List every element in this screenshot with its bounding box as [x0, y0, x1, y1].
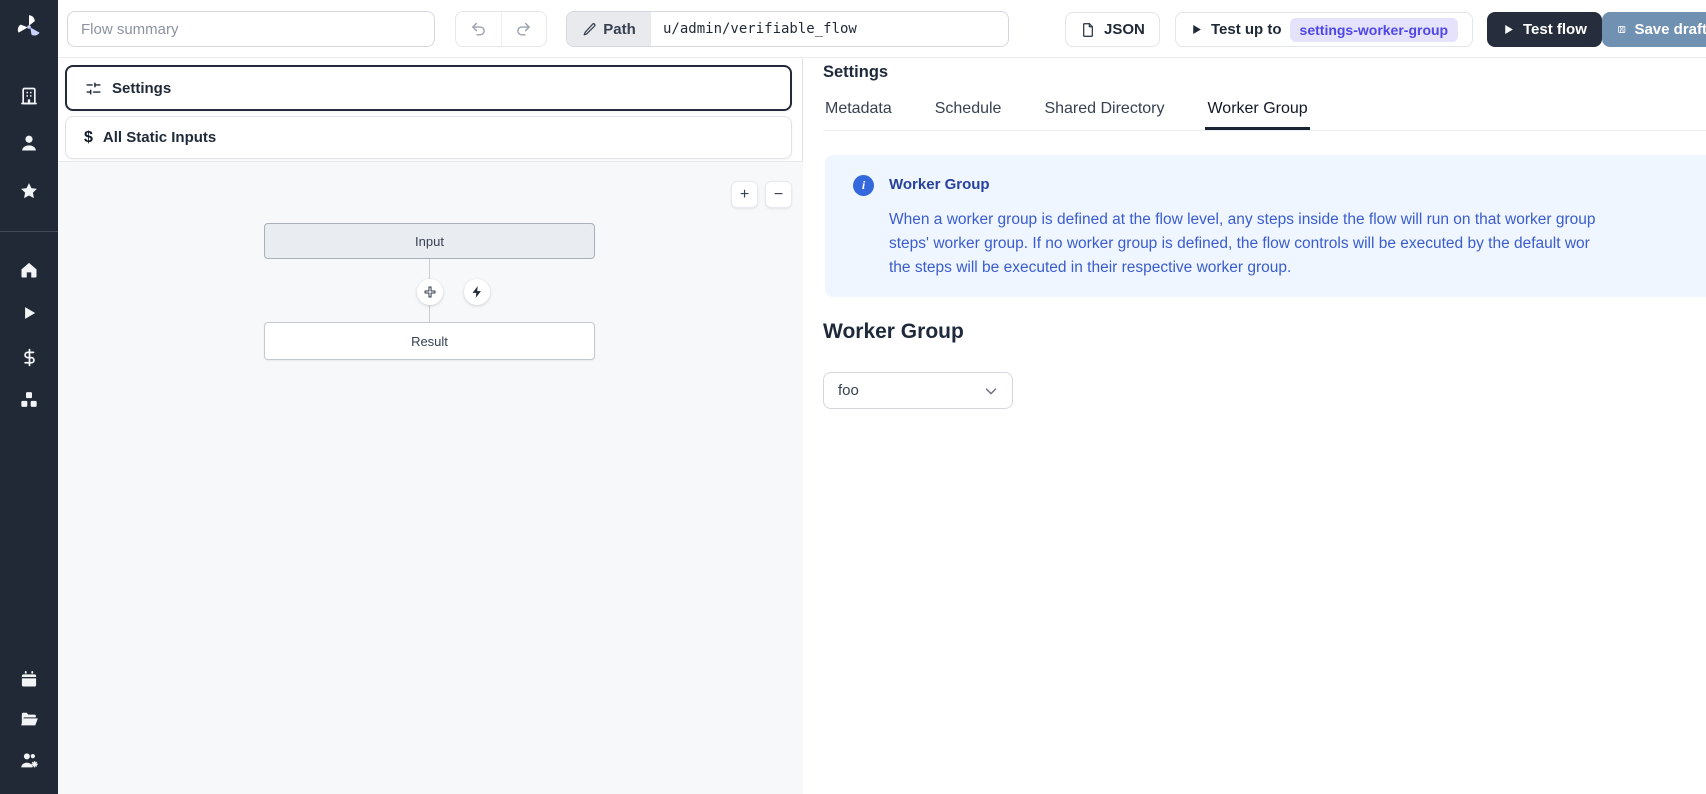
test-up-to-label: Test up to [1211, 21, 1282, 38]
worker-group-select[interactable]: foo [823, 372, 1013, 409]
undo-icon [470, 21, 487, 38]
save-icon [1617, 22, 1626, 37]
undo-redo-group [455, 11, 547, 47]
settings-panel-title: Settings [823, 63, 888, 82]
dollar-sign-icon[interactable] [0, 341, 58, 373]
save-draft-label: Save draft [1634, 21, 1706, 38]
test-up-to-step-badge: settings-worker-group [1290, 18, 1459, 42]
sliders-icon [85, 80, 102, 97]
trigger-bolt-button[interactable] [464, 279, 490, 305]
flow-graph-canvas[interactable]: + − Input Result [58, 161, 803, 794]
all-static-inputs-label: All Static Inputs [103, 129, 216, 146]
flow-settings-label: Settings [112, 80, 171, 97]
sidebar [0, 0, 58, 794]
test-flow-button[interactable]: Test flow [1487, 12, 1602, 47]
star-icon[interactable] [0, 175, 58, 207]
folder-open-icon[interactable] [0, 703, 58, 735]
plus-cross-icon [423, 285, 437, 299]
redo-button[interactable] [501, 12, 547, 46]
sidebar-divider [0, 231, 58, 232]
test-flow-label: Test flow [1523, 21, 1587, 38]
all-static-inputs-item[interactable]: $ All Static Inputs [65, 116, 792, 159]
windmill-flow-editor: Path u/admin/verifiable_flow JSON Test u… [0, 0, 1706, 794]
path-value[interactable]: u/admin/verifiable_flow [651, 12, 1008, 46]
edit-path-button[interactable]: Path [567, 12, 651, 46]
calendar-icon[interactable] [0, 663, 58, 695]
zoom-out-button[interactable]: − [765, 181, 792, 208]
settings-panel: Settings Metadata Schedule Shared Direct… [803, 58, 1706, 794]
info-box-title: Worker Group [889, 176, 990, 193]
home-icon[interactable] [0, 254, 58, 286]
bolt-icon [470, 285, 484, 299]
building-icon[interactable] [0, 80, 58, 112]
tab-worker-group[interactable]: Worker Group [1205, 98, 1309, 130]
user-icon[interactable] [0, 127, 58, 159]
worker-group-info-box: i Worker Group When a worker group is de… [825, 155, 1706, 297]
tab-schedule[interactable]: Schedule [933, 98, 1004, 130]
topbar: Path u/admin/verifiable_flow JSON Test u… [58, 0, 1706, 58]
json-button[interactable]: JSON [1065, 12, 1160, 47]
pencil-icon [582, 22, 597, 37]
save-draft-button[interactable]: Save draft [1602, 12, 1706, 47]
path-label: Path [603, 21, 636, 38]
worker-group-section-title: Worker Group [823, 320, 964, 344]
info-line-1: When a worker group is defined at the fl… [889, 208, 1706, 232]
tab-shared-directory[interactable]: Shared Directory [1042, 98, 1166, 130]
settings-tabs: Metadata Schedule Shared Directory Worke… [823, 98, 1706, 131]
file-json-icon [1080, 22, 1096, 38]
path-group: Path u/admin/verifiable_flow [566, 11, 1009, 47]
info-box-text: When a worker group is defined at the fl… [889, 208, 1706, 280]
redo-icon [515, 21, 532, 38]
result-node[interactable]: Result [264, 322, 595, 360]
worker-group-select-value: foo [838, 382, 859, 399]
dollar-sign-icon: $ [84, 129, 93, 147]
zoom-in-button[interactable]: + [731, 181, 758, 208]
boxes-icon[interactable] [0, 384, 58, 416]
add-step-button[interactable] [417, 279, 443, 305]
tab-metadata[interactable]: Metadata [823, 98, 894, 130]
play-icon[interactable] [0, 297, 58, 329]
test-up-to-button[interactable]: Test up to settings-worker-group [1175, 12, 1473, 47]
json-button-label: JSON [1104, 21, 1145, 38]
play-icon [1190, 23, 1203, 36]
flow-canvas-panel: Settings $ All Static Inputs + − Input R… [58, 58, 803, 794]
play-icon [1502, 23, 1515, 36]
info-line-2: steps' worker group. If no worker group … [889, 232, 1706, 256]
input-node[interactable]: Input [264, 223, 595, 259]
users-cog-icon[interactable] [0, 744, 58, 776]
flow-summary-input[interactable] [67, 11, 435, 47]
info-line-3: the steps will be executed in their resp… [889, 256, 1706, 280]
info-icon: i [853, 175, 874, 196]
windmill-logo-icon[interactable] [0, 10, 58, 44]
undo-button[interactable] [456, 12, 501, 46]
flow-settings-item[interactable]: Settings [65, 65, 792, 111]
chevron-down-icon [982, 382, 1000, 400]
